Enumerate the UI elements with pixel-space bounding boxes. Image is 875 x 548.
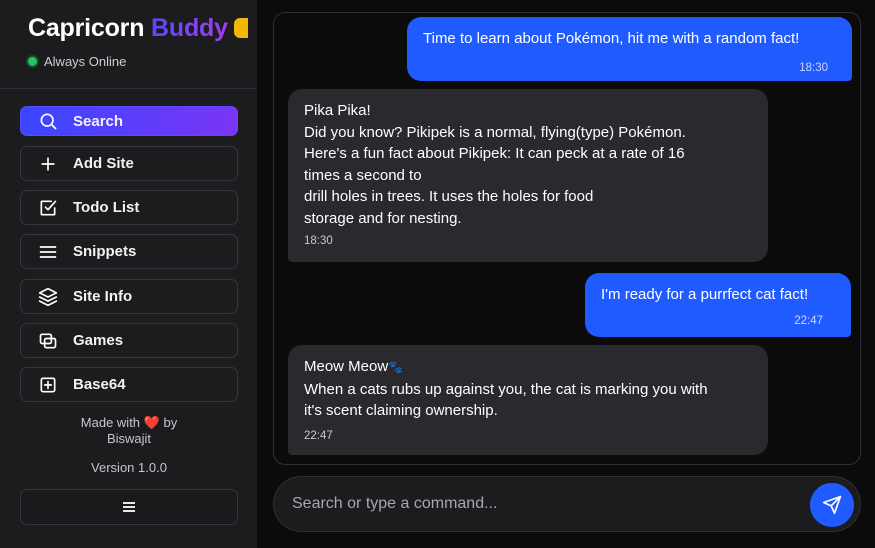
chat-panel: Time to learn about Pokémon, hit me with…: [273, 12, 861, 465]
made-with-suffix: by: [163, 415, 178, 430]
message-line: When a cats rubs up against you, the cat…: [304, 380, 708, 398]
online-dot-icon: [28, 57, 37, 66]
message-line: Meow Meow: [304, 358, 389, 375]
sidebar-item-add-site[interactable]: Add Site: [20, 146, 238, 181]
message-line: drill holes in trees. It uses the holes …: [304, 188, 594, 205]
sidebar-item-todo-list[interactable]: Todo List: [20, 190, 238, 225]
message-line: Here's a fun fact about Pikipek: It can …: [304, 145, 685, 162]
made-with-credit: Made with ❤️ by Biswajit: [20, 415, 238, 447]
brand-name-part2: Buddy: [151, 14, 228, 42]
message-text: Time to learn about Pokémon, hit me with…: [423, 30, 800, 47]
message-time: 22:47: [794, 315, 823, 327]
online-status: Always Online: [28, 54, 126, 69]
made-with-prefix: Made with: [80, 415, 141, 430]
sidebar-item-label: Search: [73, 112, 124, 130]
bot-message: Pika Pika! Did you know? Pikipek is a no…: [288, 89, 768, 262]
message-line-with-paw: Meow Meow🐾: [304, 356, 752, 379]
message-text: I'm ready for a purrfect cat fact!: [601, 286, 809, 303]
message-line: storage and for nesting.: [304, 209, 462, 227]
brand-name-part1: Capricorn: [28, 14, 145, 42]
sidebar-item-search[interactable]: Search: [20, 106, 238, 136]
message-line: Did you know? Pikipek is a normal, flyin…: [304, 123, 686, 141]
plus-square-icon: [37, 374, 59, 396]
menu-lines-icon: [37, 241, 59, 263]
sidebar: Capricorn Buddy Always Online Search Add…: [0, 0, 257, 548]
author-name: Biswajit: [106, 431, 152, 446]
plus-icon: [37, 153, 59, 175]
message-line: it's scent claiming ownership.: [304, 402, 498, 419]
search-icon: [37, 110, 59, 132]
paw-icon: 🐾: [388, 360, 404, 374]
version-label: Version 1.0.0: [91, 460, 167, 475]
send-button[interactable]: [810, 483, 854, 527]
checkbox-icon: [37, 197, 59, 219]
message-time: 18:30: [799, 62, 828, 74]
sidebar-item-label: Todo List: [73, 199, 140, 216]
sidebar-item-label: Base64: [73, 376, 126, 393]
command-input[interactable]: [292, 477, 792, 531]
sidebar-item-label: Add Site: [73, 155, 134, 172]
status-label: Always Online: [44, 54, 127, 69]
command-composer: [273, 476, 861, 532]
user-message: I'm ready for a purrfect cat fact! 22:47: [585, 273, 851, 337]
message-line: times a second to: [304, 166, 422, 184]
message-time: 22:47: [304, 429, 333, 442]
sidebar-item-base64[interactable]: Base64: [20, 367, 238, 402]
sidebar-item-label: Snippets: [73, 243, 137, 260]
app-window: Capricorn Buddy Always Online Search Add…: [0, 0, 875, 548]
message-line: Pika Pika!: [304, 102, 371, 119]
sidebar-item-snippets[interactable]: Snippets: [20, 234, 238, 269]
cat-logo-icon: [233, 18, 248, 38]
windows-icon: [37, 330, 59, 352]
sidebar-item-label: Games: [73, 332, 124, 349]
layers-icon: [37, 286, 59, 308]
bot-message: Meow Meow🐾 When a cats rubs up against y…: [288, 345, 768, 455]
brand-title: Capricorn Buddy: [28, 14, 248, 43]
send-icon: [822, 495, 842, 515]
sidebar-item-games[interactable]: Games: [20, 323, 238, 358]
user-message: Time to learn about Pokémon, hit me with…: [407, 17, 852, 81]
sidebar-item-label: Site Info: [73, 288, 133, 305]
hamburger-menu-button[interactable]: [20, 489, 238, 525]
heart-icon: ❤️: [143, 415, 160, 430]
message-time: 18:30: [304, 235, 333, 247]
hamburger-icon: [123, 502, 135, 512]
sidebar-item-site-info[interactable]: Site Info: [20, 279, 238, 314]
sidebar-divider: [0, 88, 257, 89]
